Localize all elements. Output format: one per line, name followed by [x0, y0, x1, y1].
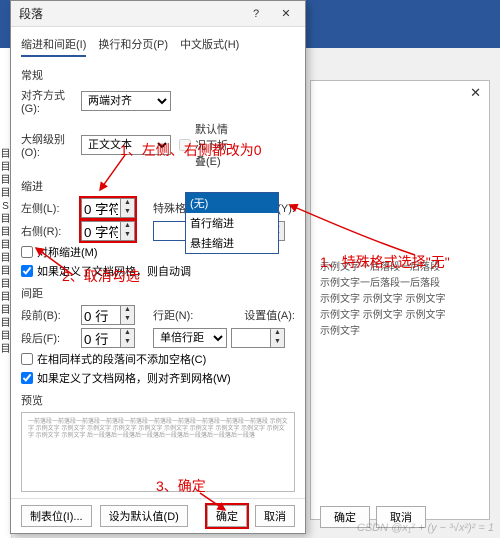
- general-group-label: 常规: [21, 67, 295, 83]
- line-spacing-label: 行距(N):: [153, 307, 193, 323]
- background-preview-text: 示例文字一后落段一后落段示例文字一后落段一后落段示例文字 示例文字 示例文字示例…: [320, 260, 480, 340]
- tab-line-page[interactable]: 换行和分页(P): [98, 33, 168, 57]
- watermark: CSDN @x₁² + (y − ³√x²)² = 1: [357, 522, 494, 534]
- line-spacing-select[interactable]: 单倍行距: [153, 328, 227, 348]
- space-before-spinner[interactable]: ▲▼: [81, 305, 135, 325]
- spacing-at-label: 设置值(A):: [244, 307, 295, 323]
- preview-group-label: 预览: [21, 392, 295, 408]
- dropdown-option-hanging[interactable]: 悬挂缩进: [186, 233, 278, 253]
- alignment-select[interactable]: 两端对齐: [81, 91, 171, 111]
- space-before-label: 段前(B):: [21, 307, 77, 323]
- right-indent-label: 右侧(R):: [21, 223, 77, 239]
- close-button[interactable]: ✕: [271, 1, 301, 27]
- snap-grid-checkbox[interactable]: [21, 372, 33, 384]
- close-icon[interactable]: ✕: [470, 85, 481, 101]
- mirror-indent-checkbox[interactable]: [21, 246, 33, 258]
- help-button[interactable]: ?: [241, 1, 271, 27]
- left-indent-spinner[interactable]: ▲▼: [81, 198, 135, 218]
- preview-box: 一前落段一前落段一前落段一前落段一前落段一前落段一前落段一前落段一前落段一前落段…: [21, 412, 295, 492]
- outline-select[interactable]: 正文文本: [81, 135, 171, 155]
- ok-button[interactable]: 确定: [207, 505, 247, 527]
- indent-grid-checkbox[interactable]: [21, 265, 33, 277]
- spacing-at-spinner[interactable]: ▲▼: [231, 328, 285, 348]
- spacing-group-label: 间距: [21, 285, 295, 301]
- right-indent-spinner[interactable]: ▲▼: [81, 221, 135, 241]
- alignment-label: 对齐方式(G):: [21, 87, 77, 115]
- paragraph-dialog: 段落 ? ✕ 缩进和间距(I) 换行和分页(P) 中文版式(H) 常规 对齐方式…: [10, 0, 306, 534]
- space-after-label: 段后(F):: [21, 330, 77, 346]
- space-after-spinner[interactable]: ▲▼: [81, 328, 135, 348]
- set-default-button[interactable]: 设为默认值(D): [100, 505, 188, 527]
- outline-label: 大纲级别(O):: [21, 131, 77, 159]
- dialog-title: 段落: [15, 5, 241, 22]
- dropdown-option-none[interactable]: (无): [186, 193, 278, 213]
- collapse-checkbox: [179, 139, 191, 151]
- tab-indent-spacing[interactable]: 缩进和间距(I): [21, 33, 86, 57]
- tabs-button[interactable]: 制表位(I)...: [21, 505, 92, 527]
- cancel-button[interactable]: 取消: [255, 505, 295, 527]
- dropdown-option-firstline[interactable]: 首行缩进: [186, 213, 278, 233]
- no-space-same-style-checkbox[interactable]: [21, 353, 33, 365]
- tab-asian[interactable]: 中文版式(H): [180, 33, 239, 57]
- special-format-dropdown[interactable]: (无) 首行缩进 悬挂缩进: [185, 192, 279, 254]
- left-indent-label: 左侧(L):: [21, 200, 77, 216]
